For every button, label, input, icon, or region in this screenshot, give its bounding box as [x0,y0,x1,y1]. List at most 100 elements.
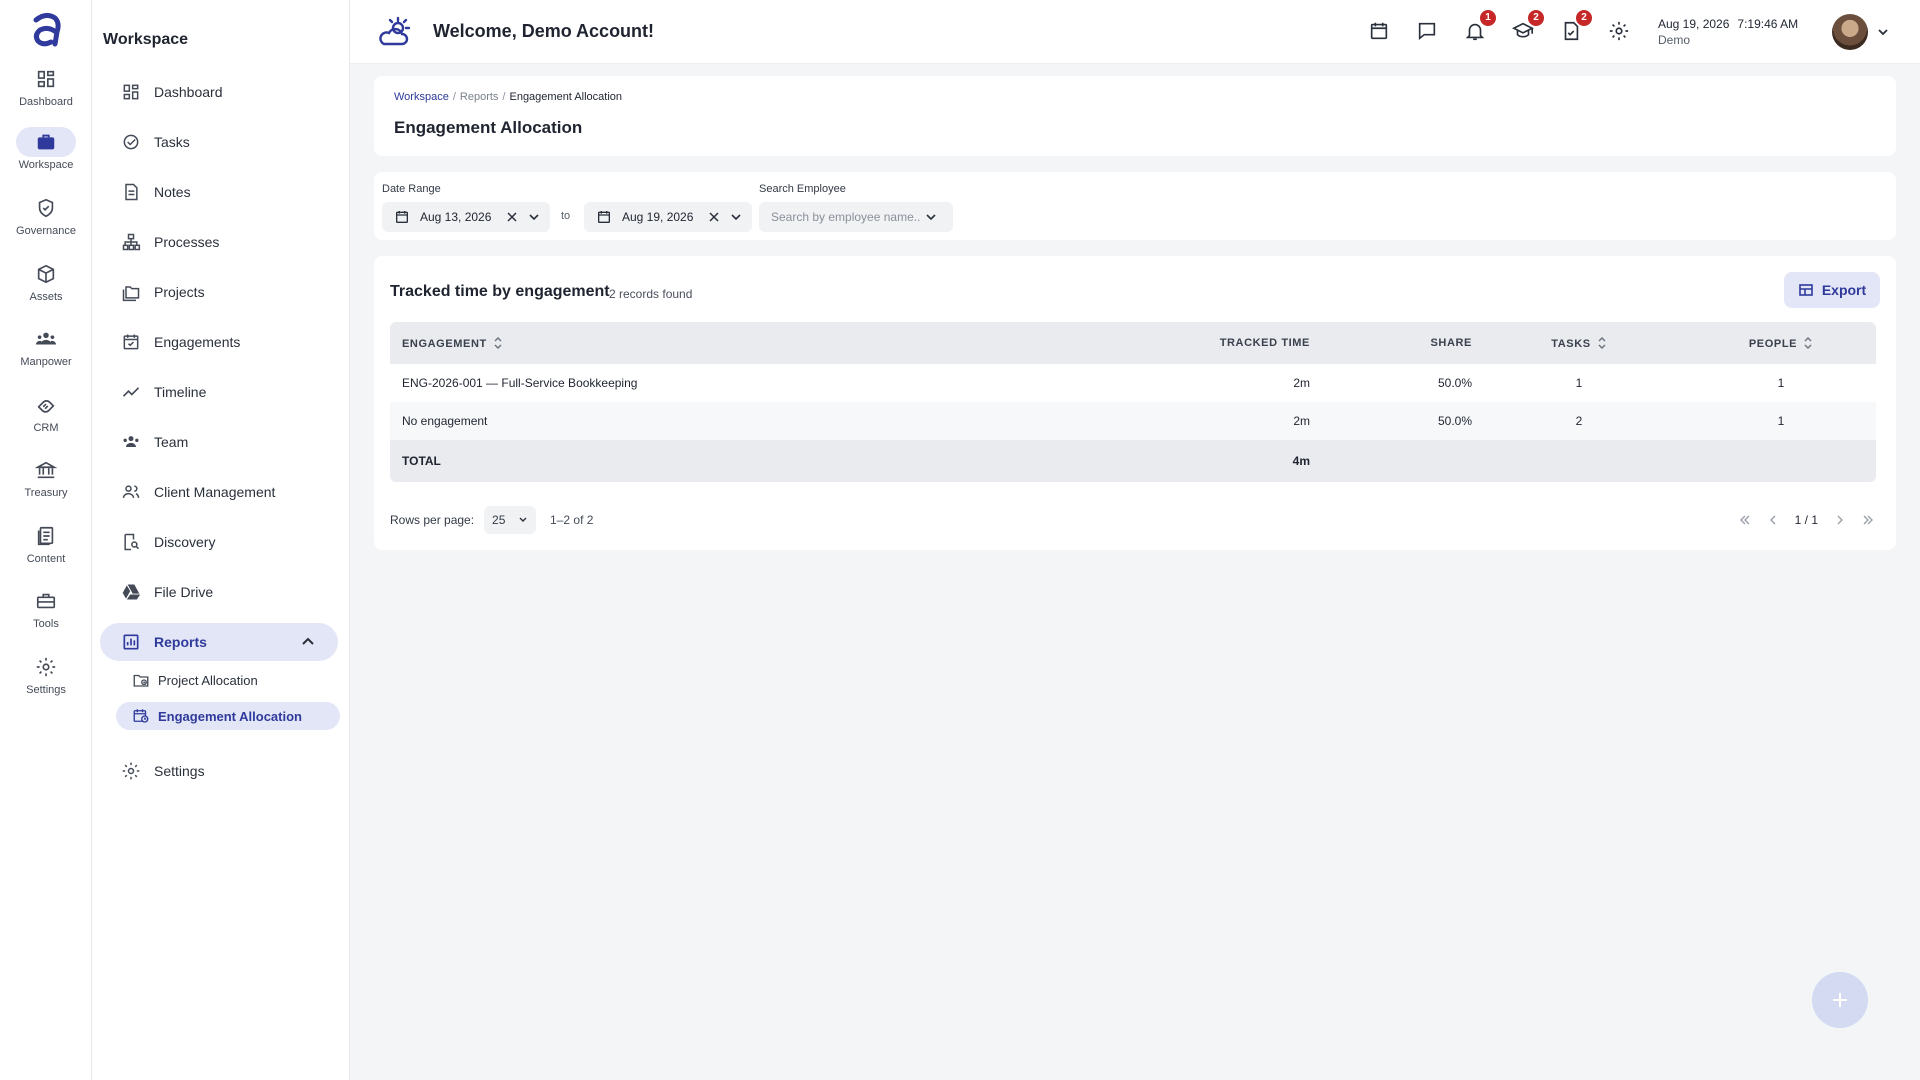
chevron-down-icon[interactable] [528,211,540,223]
breadcrumb-reports[interactable]: Reports [460,91,499,103]
cell-tasks: 2 [1472,402,1686,440]
search-employee-input[interactable] [771,210,921,224]
sidebar-item-label: Engagements [154,334,241,350]
grid-icon [123,84,139,100]
handshake-icon [37,400,55,413]
sort-icon[interactable] [493,336,503,349]
chevrons-right-icon [1863,515,1873,525]
cell-share: 50.0% [1310,402,1472,440]
records-count: 2 records found [609,287,693,301]
next-page-button[interactable] [1826,506,1854,534]
column-label: People [1748,337,1798,350]
chevron-down-icon[interactable] [925,211,937,223]
rail-item-dashboard[interactable]: Dashboard [0,64,92,128]
column-people[interactable]: People [1686,322,1876,364]
chevron-down-icon[interactable] [1876,25,1890,39]
chevron-down-icon [519,517,527,522]
date-range-separator: to [561,210,571,222]
table-title: Tracked time by engagement [390,283,610,300]
breadcrumb-workspace[interactable]: Workspace [394,91,449,103]
avatar[interactable] [1832,14,1868,50]
table-row[interactable]: No engagement 2m 50.0% 2 1 [390,402,1876,440]
sidebar-item-projects[interactable]: Projects [100,273,338,311]
last-page-button[interactable] [1854,506,1882,534]
calendar-button[interactable] [1368,20,1392,44]
prev-page-button[interactable] [1759,506,1787,534]
clear-icon[interactable] [506,211,518,223]
notifications-button[interactable]: 1 [1464,10,1496,44]
app-logo-icon[interactable] [28,10,64,50]
rail-item-workspace[interactable]: Workspace [0,127,92,191]
add-fab-button[interactable] [1812,972,1868,1028]
document-icon [37,526,54,546]
page-indicator: 1 / 1 [1794,513,1818,527]
sidebar-item-file-drive[interactable]: File Drive [100,573,338,611]
sidebar-item-settings[interactable]: Settings [100,752,338,790]
breadcrumb-separator: / [452,91,456,103]
brand-sun-cloud-icon [379,16,411,46]
calendar-clock-icon [133,709,149,723]
first-page-button[interactable] [1731,506,1759,534]
column-engagement[interactable]: Engagement [390,322,1180,364]
sidebar-subitem-project-allocation[interactable]: Project Allocation [116,666,340,694]
column-tasks[interactable]: Tasks [1472,322,1686,364]
rail-item-settings[interactable]: Settings [0,652,92,716]
table-row[interactable]: ENG-2026-001 — Full-Service Bookkeeping … [390,364,1876,402]
sidebar-item-processes[interactable]: Processes [100,223,338,261]
end-date-picker[interactable]: Aug 19, 2026 [584,202,752,232]
export-button[interactable]: Export [1784,272,1880,308]
chevron-up-icon[interactable] [300,634,316,650]
sidebar-item-client-management[interactable]: Client Management [100,473,338,511]
sidebar-subitem-label: Project Allocation [158,672,258,688]
sidebar-item-discovery[interactable]: Discovery [100,523,338,561]
rows-per-page-select[interactable]: 25 [484,506,537,534]
cube-icon [37,264,55,284]
gear-icon [1609,21,1629,41]
breadcrumb-separator: / [502,91,506,103]
export-label: Export [1821,282,1867,298]
toolbox-icon [36,593,56,609]
sidebar-item-notes[interactable]: Notes [100,173,338,211]
calendar-icon [598,211,610,223]
rail-label: Assets [29,291,63,303]
date-range-label: Date Range [382,183,441,195]
start-date-picker[interactable]: Aug 13, 2026 [382,202,550,232]
rail-item-treasury[interactable]: Treasury [0,455,92,519]
sidebar-subitem-engagement-allocation[interactable]: Engagement Allocation [116,702,340,730]
rail-item-content[interactable]: Content [0,521,92,585]
notification-badge: 1 [1480,10,1496,26]
approvals-button[interactable]: 2 [1560,10,1592,44]
cell-tracked-time: 2m [1293,376,1310,390]
rail-item-assets[interactable]: Assets [0,259,92,323]
briefcase-icon [37,134,55,150]
sidebar-item-engagements[interactable]: Engagements [100,323,338,361]
note-icon [125,183,138,201]
settings-button[interactable] [1608,20,1632,44]
gear-icon [36,657,56,677]
cell-people: 1 [1777,376,1785,390]
sidebar-item-reports[interactable]: Reports [100,623,338,661]
messages-button[interactable] [1416,20,1440,44]
workspace-sidebar: Workspace Dashboard Tasks Notes Processe… [92,0,350,1080]
sidebar-item-timeline[interactable]: Timeline [100,373,338,411]
rail-label: Governance [16,225,76,237]
rail-item-crm[interactable]: CRM [0,390,92,454]
hierarchy-icon [122,233,141,251]
sidebar-item-dashboard[interactable]: Dashboard [100,73,338,111]
sort-icon[interactable] [1597,336,1607,349]
chevron-down-icon[interactable] [730,211,742,223]
search-employee-field[interactable] [759,202,953,232]
sidebar-item-label: Processes [154,234,220,250]
sidebar-item-tasks[interactable]: Tasks [100,123,338,161]
rail-label: CRM [33,422,59,434]
rail-item-manpower[interactable]: Manpower [0,324,92,388]
document-search-icon [124,533,140,551]
people-icon [35,332,57,345]
sidebar-item-team[interactable]: Team [100,423,338,461]
clear-icon[interactable] [708,211,720,223]
cell-tracked-time: 2m [1180,402,1310,440]
sort-icon[interactable] [1803,336,1813,349]
learning-button[interactable]: 2 [1511,10,1544,44]
rail-item-governance[interactable]: Governance [0,193,92,257]
rail-item-tools[interactable]: Tools [0,586,92,650]
